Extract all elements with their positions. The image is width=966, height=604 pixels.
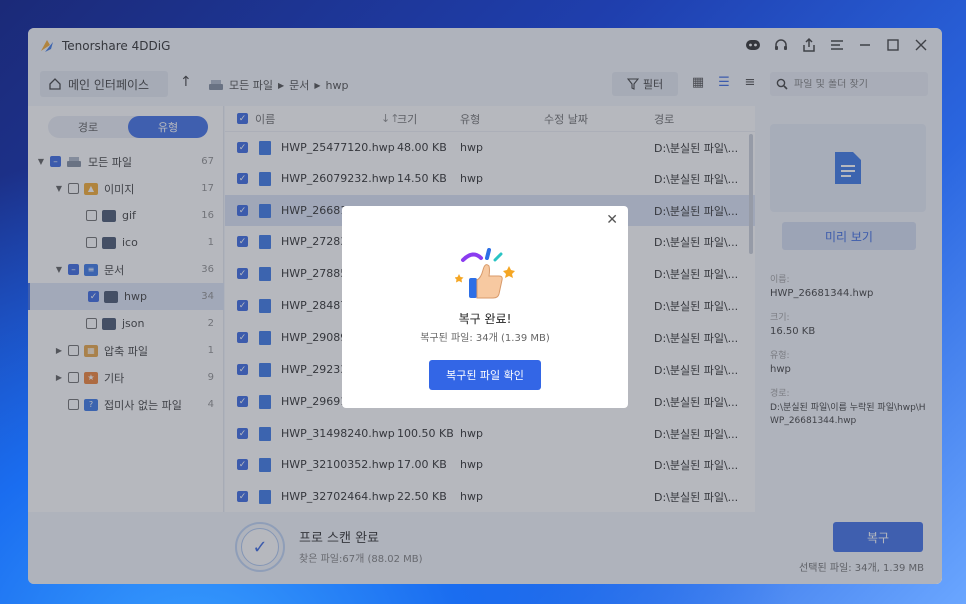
- dialog-title: 복구 완료!: [458, 312, 512, 326]
- thumbs-up-icon: [455, 248, 515, 299]
- app-window: Tenorshare 4DDiG 메인 인터페이스 ↑ 모든 파일 ▶ 문서 ▶…: [28, 28, 942, 584]
- close-icon[interactable]: ✕: [606, 212, 618, 228]
- dialog-subtitle: 복구된 파일: 34개 (1.39 MB): [420, 333, 550, 344]
- recovery-complete-dialog: ✕ 복구 완료! 복구된 파일: 34개 (1.39 MB) 복구된 파일 확인: [342, 206, 628, 408]
- view-recovered-files-button[interactable]: 복구된 파일 확인: [429, 360, 541, 390]
